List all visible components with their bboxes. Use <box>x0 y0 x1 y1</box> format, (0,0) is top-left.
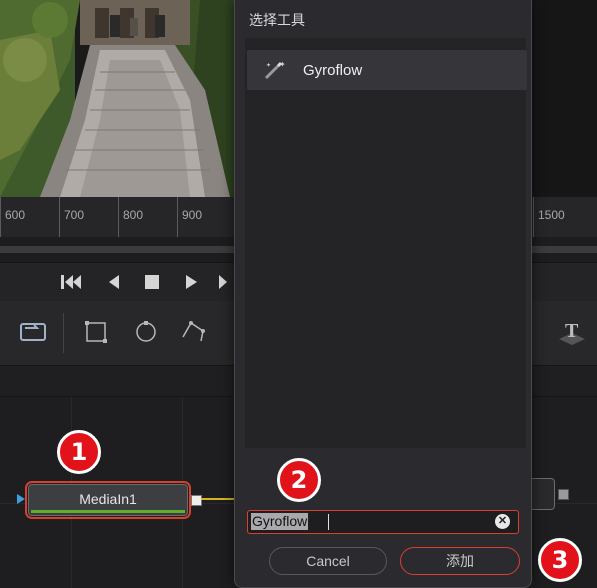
add-button[interactable]: 添加 <box>400 547 520 575</box>
polygon-mask-icon[interactable] <box>177 315 211 349</box>
ruler-tick: 900 <box>177 197 202 237</box>
ruler-tick: 600 <box>0 197 25 237</box>
step-badge-2: 2 <box>277 458 321 502</box>
node-label: MediaIn1 <box>79 491 137 507</box>
search-input[interactable]: Gyroflow ✕ <box>247 510 519 534</box>
loop-icon[interactable] <box>16 315 50 349</box>
node-input-icon[interactable] <box>17 494 25 504</box>
search-input-value: Gyroflow <box>251 513 309 530</box>
list-item-gyroflow[interactable]: ✦ ✦ Gyroflow <box>247 50 527 90</box>
ellipse-mask-icon[interactable] <box>129 315 163 349</box>
clear-icon[interactable]: ✕ <box>495 514 510 529</box>
node-output-port[interactable] <box>191 495 202 506</box>
output-node-port[interactable] <box>558 489 569 500</box>
rectangle-mask-icon[interactable] <box>79 315 113 349</box>
node-link <box>201 498 236 500</box>
text-3d-icon[interactable]: T <box>555 315 589 349</box>
cancel-button[interactable]: Cancel <box>269 547 387 575</box>
step-back-icon[interactable] <box>100 269 126 295</box>
svg-text:✦: ✦ <box>279 60 286 69</box>
ruler-tick: 1500 <box>533 197 565 237</box>
output-node[interactable] <box>532 478 555 510</box>
magic-wand-icon: ✦ ✦ <box>261 58 287 82</box>
text-caret <box>328 514 329 530</box>
stop-icon[interactable] <box>139 269 165 295</box>
skip-to-start-icon[interactable] <box>58 269 84 295</box>
play-icon[interactable] <box>178 269 204 295</box>
select-tool-dialog: 选择工具 ✦ ✦ Gyroflow Gyroflow ✕ Cancel 添加 <box>234 0 532 588</box>
step-badge-1: 1 <box>57 430 101 474</box>
toolbar-divider <box>63 313 64 353</box>
step-badge-3: 3 <box>538 538 582 582</box>
node-status-bar <box>31 510 185 513</box>
tool-list[interactable]: ✦ ✦ Gyroflow <box>245 38 527 448</box>
mediain-node[interactable]: MediaIn1 <box>25 481 191 519</box>
ruler-tick: 700 <box>59 197 84 237</box>
svg-text:T: T <box>565 320 579 342</box>
dialog-title: 选择工具 <box>249 12 305 28</box>
ruler-tick: 800 <box>118 197 143 237</box>
svg-text:✦: ✦ <box>266 62 271 69</box>
list-item-label: Gyroflow <box>303 62 363 79</box>
